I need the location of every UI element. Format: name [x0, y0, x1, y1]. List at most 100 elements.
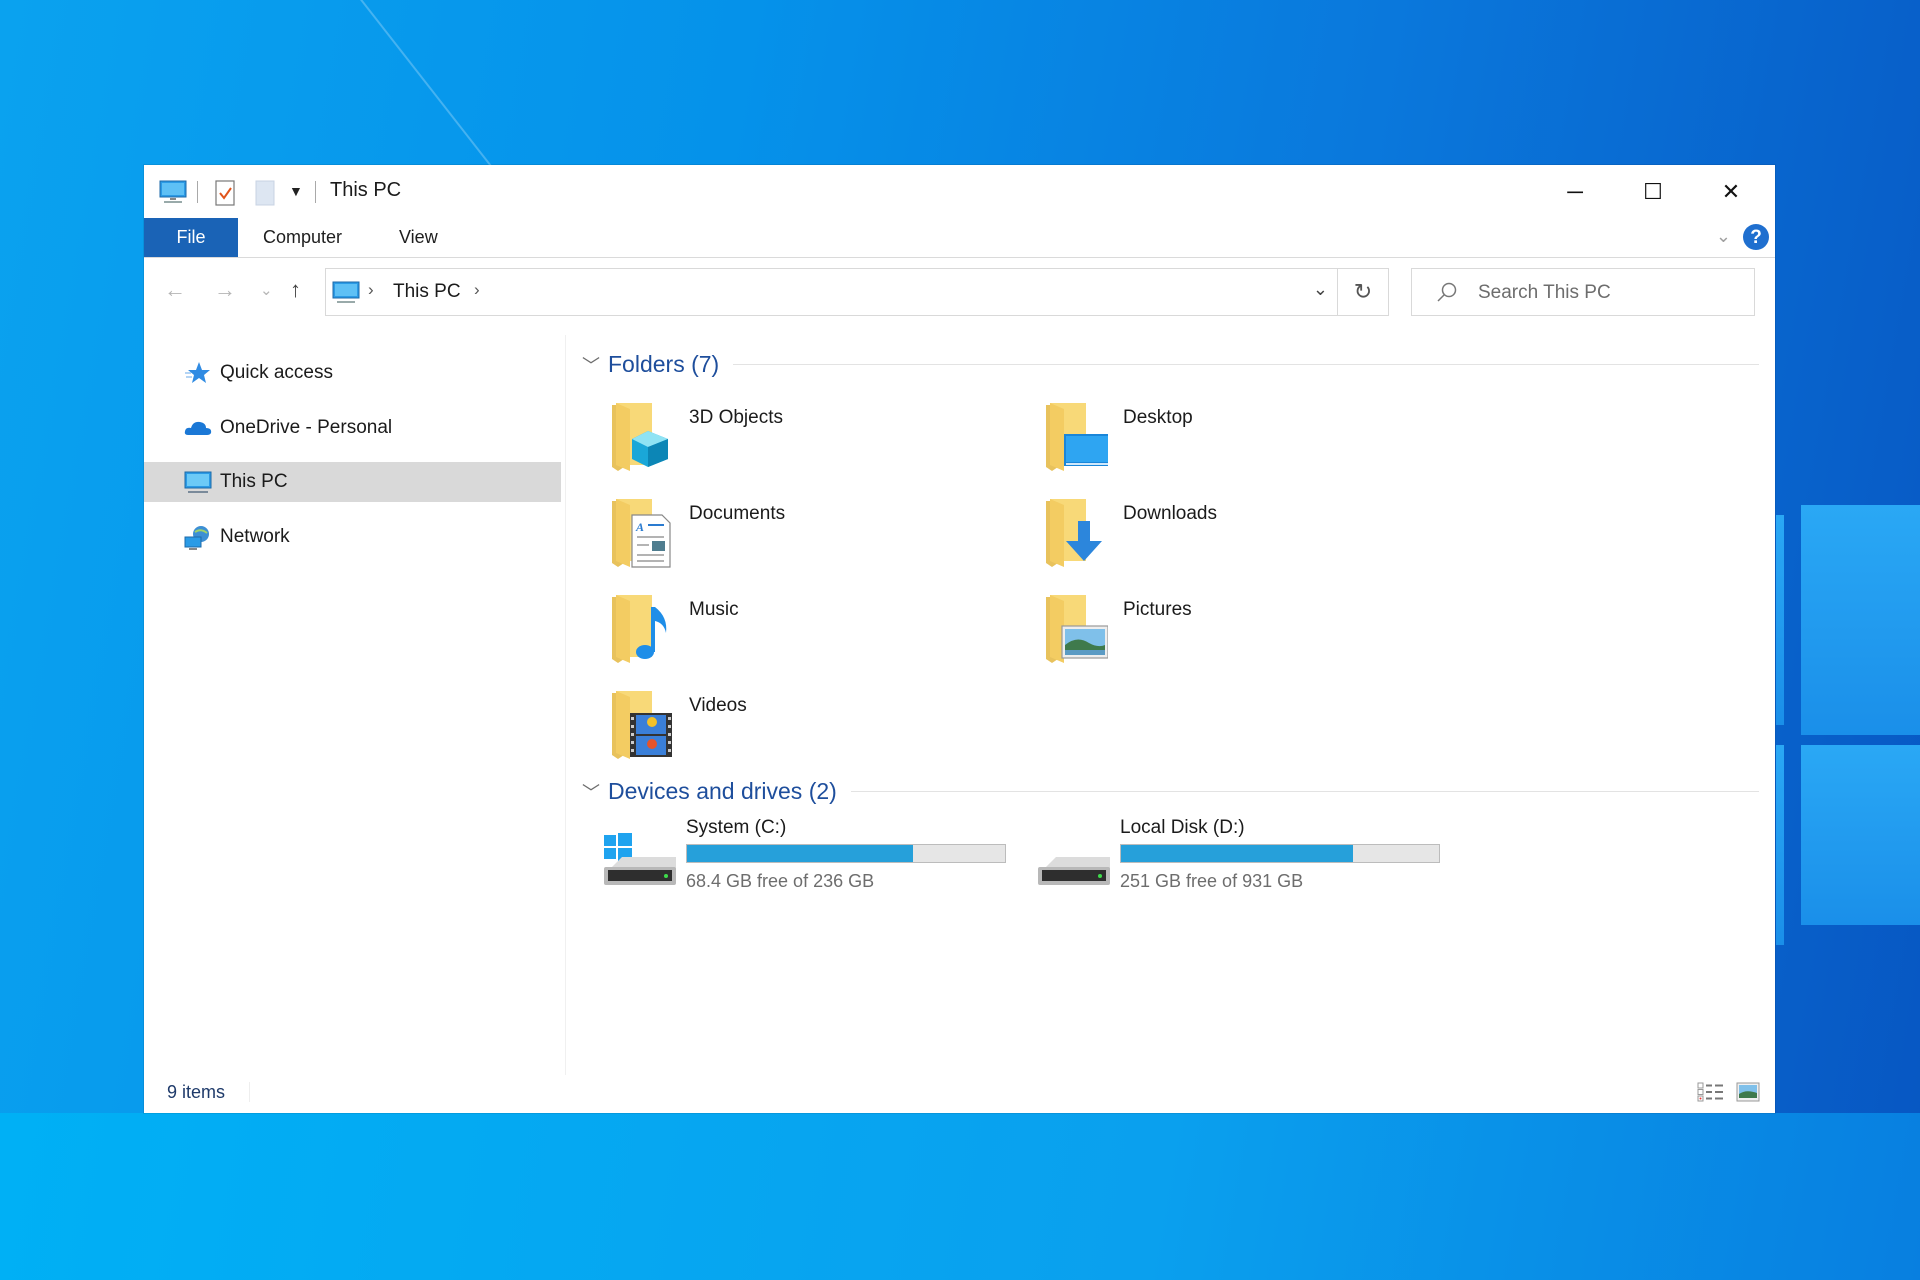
star-icon — [184, 361, 210, 385]
nav-item-this-pc[interactable]: This PC — [144, 462, 561, 502]
navigation-pane: Quick access OneDrive - Personal This PC… — [144, 335, 566, 1075]
minimize-icon: ─ — [1567, 178, 1583, 204]
address-bar[interactable]: › This PC › ⌄ ↻ — [325, 268, 1389, 316]
folder-name: Videos — [689, 695, 747, 716]
pictures-folder-icon — [1044, 593, 1109, 665]
forward-button[interactable]: → — [214, 277, 236, 303]
customize-toolbar-dropdown-icon[interactable]: ▼ — [289, 183, 303, 199]
nav-item-quick-access[interactable]: Quick access — [144, 353, 561, 393]
drive-name: System (C:) — [686, 817, 787, 838]
help-button[interactable]: ? — [1743, 224, 1769, 250]
details-view-button[interactable] — [1697, 1082, 1725, 1102]
title-bar: ▼ This PC ─ ☐ ✕ — [144, 165, 1775, 218]
system-drive-icon — [602, 829, 678, 889]
tab-view[interactable]: View — [399, 218, 438, 257]
drive-usage-fill — [1121, 845, 1354, 862]
refresh-button[interactable]: ↻ — [1337, 269, 1388, 315]
up-button[interactable]: ↑ — [290, 277, 301, 303]
folder-name: 3D Objects — [689, 407, 783, 428]
3d-objects-folder-icon — [610, 401, 674, 473]
nav-item-network[interactable]: Network — [144, 517, 561, 557]
drive-name: Local Disk (D:) — [1120, 817, 1245, 838]
minimize-button[interactable]: ─ — [1536, 165, 1614, 218]
nav-item-label: Network — [220, 526, 290, 547]
drives-group-title: Devices and drives (2) — [608, 778, 837, 804]
expand-ribbon-icon[interactable]: ⌄ — [1716, 226, 1731, 247]
ribbon-tabs: File Computer View ⌄ ? — [144, 218, 1775, 258]
folder-name: Desktop — [1123, 407, 1193, 428]
folder-name: Downloads — [1123, 503, 1217, 524]
folder-item-pictures[interactable]: Pictures — [1044, 593, 1444, 681]
folders-group-header[interactable]: ﹀ Folders (7) — [574, 351, 1759, 378]
search-icon — [1436, 281, 1458, 308]
desktop-folder-icon — [1044, 401, 1110, 473]
wallpaper-windows-logo — [1776, 505, 1920, 945]
documents-folder-icon: A — [610, 497, 674, 569]
properties-icon[interactable] — [214, 179, 236, 207]
new-folder-icon[interactable] — [254, 179, 276, 207]
folder-item-music[interactable]: Music — [610, 593, 1010, 681]
search-input[interactable] — [1476, 279, 1740, 307]
folder-name: Music — [689, 599, 739, 620]
refresh-icon: ↻ — [1353, 279, 1373, 304]
downloads-folder-icon — [1044, 497, 1108, 569]
tab-computer[interactable]: Computer — [263, 218, 342, 257]
status-separator — [249, 1082, 250, 1102]
network-icon — [184, 525, 210, 550]
folder-item-documents[interactable]: A Documents — [610, 497, 1010, 585]
address-dropdown-icon[interactable]: ⌄ — [1313, 279, 1328, 300]
drive-free-space: 251 GB free of 931 GB — [1120, 871, 1304, 891]
back-button[interactable]: ← — [164, 277, 186, 303]
file-explorer-window: ▼ This PC ─ ☐ ✕ File Computer View ⌄ ? ←… — [144, 165, 1775, 1113]
local-disk-icon — [1036, 829, 1112, 889]
svg-text:A: A — [635, 520, 644, 534]
breadcrumb-this-pc[interactable]: This PC — [393, 281, 461, 303]
wallpaper-bottom — [0, 1113, 1920, 1280]
computer-icon — [184, 470, 212, 494]
drive-usage-bar — [686, 844, 1006, 863]
folders-group-title: Folders (7) — [608, 351, 720, 377]
breadcrumb-chevron-icon[interactable]: › — [474, 280, 480, 300]
search-box[interactable] — [1411, 268, 1755, 316]
collapse-chevron-icon[interactable]: ﹀ — [582, 352, 608, 378]
item-count: 9 items — [167, 1082, 226, 1102]
large-icons-view-icon — [1736, 1082, 1760, 1102]
drive-item-system-c[interactable]: System (C:) 68.4 GB free of 236 GB — [602, 817, 1022, 909]
close-icon: ✕ — [1721, 178, 1741, 204]
drive-item-local-disk-d[interactable]: Local Disk (D:) 251 GB free of 931 GB — [1036, 817, 1456, 909]
folder-name: Pictures — [1123, 599, 1192, 620]
nav-item-label: This PC — [220, 471, 288, 492]
this-pc-icon — [331, 280, 361, 311]
drive-free-space: 68.4 GB free of 236 GB — [686, 871, 875, 891]
wallpaper-light-beam — [360, 0, 498, 174]
folder-name: Documents — [689, 503, 786, 524]
tab-file[interactable]: File — [144, 218, 238, 257]
details-view-icon — [1697, 1082, 1723, 1102]
folder-item-videos[interactable]: Videos — [610, 689, 1010, 777]
content-pane: ﹀ Folders (7) 3D Objects Desktop A Docum… — [574, 335, 1769, 1075]
recent-locations-button[interactable]: ⌄ — [260, 281, 273, 299]
window-title: This PC — [330, 179, 402, 201]
close-button[interactable]: ✕ — [1692, 165, 1770, 218]
drive-usage-bar — [1120, 844, 1440, 863]
group-divider — [733, 364, 1759, 365]
maximize-button[interactable]: ☐ — [1614, 165, 1692, 218]
videos-folder-icon — [610, 689, 674, 761]
folder-item-3d-objects[interactable]: 3D Objects — [610, 401, 1010, 489]
breadcrumb-chevron-icon[interactable]: › — [368, 280, 374, 300]
this-pc-icon[interactable] — [158, 179, 188, 205]
nav-item-label: OneDrive - Personal — [220, 417, 393, 438]
maximize-icon: ☐ — [1643, 178, 1663, 204]
music-folder-icon — [610, 593, 674, 665]
folder-item-downloads[interactable]: Downloads — [1044, 497, 1444, 585]
group-divider — [850, 791, 1759, 792]
status-bar: 9 items — [144, 1070, 1775, 1113]
cloud-icon — [184, 416, 212, 440]
collapse-chevron-icon[interactable]: ﹀ — [582, 779, 608, 805]
nav-item-onedrive[interactable]: OneDrive - Personal — [144, 408, 561, 448]
large-icons-view-button[interactable] — [1736, 1082, 1764, 1102]
folder-item-desktop[interactable]: Desktop — [1044, 401, 1444, 489]
drive-usage-fill — [687, 845, 913, 862]
nav-item-label: Quick access — [220, 362, 333, 383]
drives-group-header[interactable]: ﹀ Devices and drives (2) — [574, 778, 1759, 805]
